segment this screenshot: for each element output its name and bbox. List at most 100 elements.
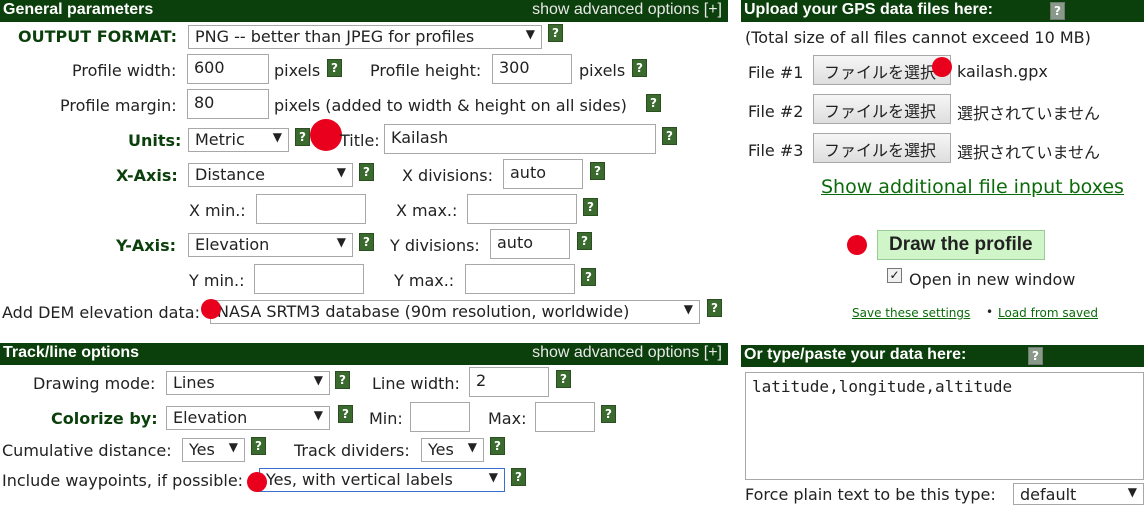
file-2-choose-button[interactable]: ファイルを選択 xyxy=(813,94,951,124)
output-format-value: PNG -- better than JPEG for profiles xyxy=(195,27,475,46)
paste-data-textarea[interactable]: latitude,longitude,altitude xyxy=(745,372,1144,480)
help-icon[interactable]: ? xyxy=(707,299,722,317)
help-icon[interactable]: ? xyxy=(646,94,661,112)
min-input[interactable] xyxy=(410,402,470,432)
chevron-down-icon: ▼ xyxy=(272,130,282,144)
paste-header: Or type/paste your data here: ? xyxy=(741,345,1144,367)
click-marker xyxy=(247,472,267,492)
help-icon[interactable]: ? xyxy=(295,128,310,146)
profile-margin-input[interactable]: 80 xyxy=(187,89,269,119)
file-3-label: File #3 xyxy=(748,141,804,160)
help-icon[interactable]: ? xyxy=(490,437,505,455)
help-icon[interactable]: ? xyxy=(577,232,592,250)
file-3-status: 選択されていません xyxy=(957,143,1101,162)
max-input[interactable] xyxy=(535,402,595,432)
load-saved-link[interactable]: Load from saved xyxy=(998,306,1098,320)
help-icon[interactable]: ? xyxy=(1028,347,1043,365)
chevron-down-icon: ▼ xyxy=(313,373,323,387)
waypoints-select[interactable]: Yes, with vertical labels ▼ xyxy=(259,468,505,492)
y-axis-label: Y-Axis: xyxy=(116,236,176,255)
click-marker xyxy=(201,299,221,319)
help-icon[interactable]: ? xyxy=(556,370,571,388)
chevron-down-icon: ▼ xyxy=(336,165,346,179)
cumulative-distance-label: Cumulative distance: xyxy=(2,441,172,460)
show-additional-files-link[interactable]: Show additional file input boxes xyxy=(821,176,1124,198)
colorize-select[interactable]: Elevation ▼ xyxy=(166,406,330,430)
y-max-input[interactable] xyxy=(465,264,575,294)
file-1-choose-button[interactable]: ファイルを選択 xyxy=(813,55,951,85)
general-show-advanced-link[interactable]: show advanced options [+] xyxy=(532,1,722,19)
chevron-down-icon: ▼ xyxy=(1127,485,1137,499)
cumulative-distance-value: Yes xyxy=(189,440,215,459)
x-divisions-label: X divisions: xyxy=(402,166,493,185)
line-width-input[interactable]: 2 xyxy=(469,367,549,397)
help-icon[interactable]: ? xyxy=(548,24,563,42)
file-1-label: File #1 xyxy=(748,63,804,82)
help-icon[interactable]: ? xyxy=(359,163,374,181)
links-separator: • xyxy=(986,305,994,319)
x-max-input[interactable] xyxy=(467,194,577,224)
force-type-select[interactable]: default ▼ xyxy=(1013,483,1144,505)
title-label: Title: xyxy=(340,131,380,150)
track-show-advanced-link[interactable]: show advanced options [+] xyxy=(532,344,722,362)
x-divisions-input[interactable]: auto xyxy=(503,159,583,189)
help-icon[interactable]: ? xyxy=(581,268,596,286)
general-parameters-title: General parameters xyxy=(3,1,154,18)
track-dividers-label: Track dividers: xyxy=(294,441,410,460)
help-icon[interactable]: ? xyxy=(335,371,350,389)
y-min-label: Y min.: xyxy=(189,271,245,290)
y-axis-value: Elevation xyxy=(195,235,270,254)
pixels-label: pixels xyxy=(579,61,626,80)
paste-title: Or type/paste your data here: xyxy=(744,346,967,363)
track-dividers-select[interactable]: Yes ▼ xyxy=(421,438,484,462)
x-min-input[interactable] xyxy=(256,194,366,224)
title-input[interactable]: Kailash xyxy=(384,124,656,154)
help-icon[interactable]: ? xyxy=(601,405,616,423)
profile-height-input[interactable]: 300 xyxy=(492,54,572,84)
dem-label: Add DEM elevation data: xyxy=(2,303,200,322)
min-label: Min: xyxy=(369,409,403,428)
upload-size-note: (Total size of all files cannot exceed 1… xyxy=(745,28,1091,47)
help-icon[interactable]: ? xyxy=(251,437,266,455)
help-icon[interactable]: ? xyxy=(327,59,342,77)
file-3-choose-button[interactable]: ファイルを選択 xyxy=(813,133,951,163)
y-min-input[interactable] xyxy=(254,264,364,294)
y-divisions-input[interactable]: auto xyxy=(490,229,570,259)
output-format-label: OUTPUT FORMAT: xyxy=(18,27,178,46)
x-axis-select[interactable]: Distance ▼ xyxy=(188,163,353,187)
help-icon[interactable]: ? xyxy=(359,233,374,251)
x-axis-value: Distance xyxy=(195,165,265,184)
waypoints-value: Yes, with vertical labels xyxy=(266,470,453,489)
help-icon[interactable]: ? xyxy=(1050,2,1065,20)
chevron-down-icon: ▼ xyxy=(228,440,238,454)
open-new-window-label: Open in new window xyxy=(909,270,1076,289)
chevron-down-icon: ▼ xyxy=(467,440,477,454)
help-icon[interactable]: ? xyxy=(590,162,605,180)
track-options-header: Track/line options show advanced options… xyxy=(0,343,728,365)
profile-width-input[interactable]: 600 xyxy=(187,54,269,84)
open-new-window-checkbox[interactable]: ✓ xyxy=(887,268,902,283)
draw-profile-button[interactable]: Draw the profile xyxy=(877,230,1045,260)
dem-select[interactable]: NASA SRTM3 database (90m resolution, wor… xyxy=(210,300,700,324)
force-type-value: default xyxy=(1020,485,1077,504)
units-value: Metric xyxy=(195,130,245,149)
help-icon[interactable]: ? xyxy=(662,127,677,145)
line-width-label: Line width: xyxy=(372,374,460,393)
x-max-label: X max.: xyxy=(396,201,458,220)
y-divisions-label: Y divisions: xyxy=(390,236,480,255)
chevron-down-icon: ▼ xyxy=(313,408,323,422)
waypoints-label: Include waypoints, if possible: xyxy=(2,471,244,490)
output-format-select[interactable]: PNG -- better than JPEG for profiles ▼ xyxy=(188,25,542,49)
click-marker xyxy=(932,57,952,77)
drawing-mode-select[interactable]: Lines ▼ xyxy=(166,371,330,395)
units-select[interactable]: Metric ▼ xyxy=(188,128,289,152)
save-settings-link[interactable]: Save these settings xyxy=(852,306,970,320)
help-icon[interactable]: ? xyxy=(511,468,526,486)
units-label: Units: xyxy=(128,131,182,150)
help-icon[interactable]: ? xyxy=(338,405,353,423)
help-icon[interactable]: ? xyxy=(632,59,647,77)
help-icon[interactable]: ? xyxy=(583,198,598,216)
cumulative-distance-select[interactable]: Yes ▼ xyxy=(182,438,245,462)
pixels-label: pixels xyxy=(274,61,321,80)
y-axis-select[interactable]: Elevation ▼ xyxy=(188,233,353,257)
